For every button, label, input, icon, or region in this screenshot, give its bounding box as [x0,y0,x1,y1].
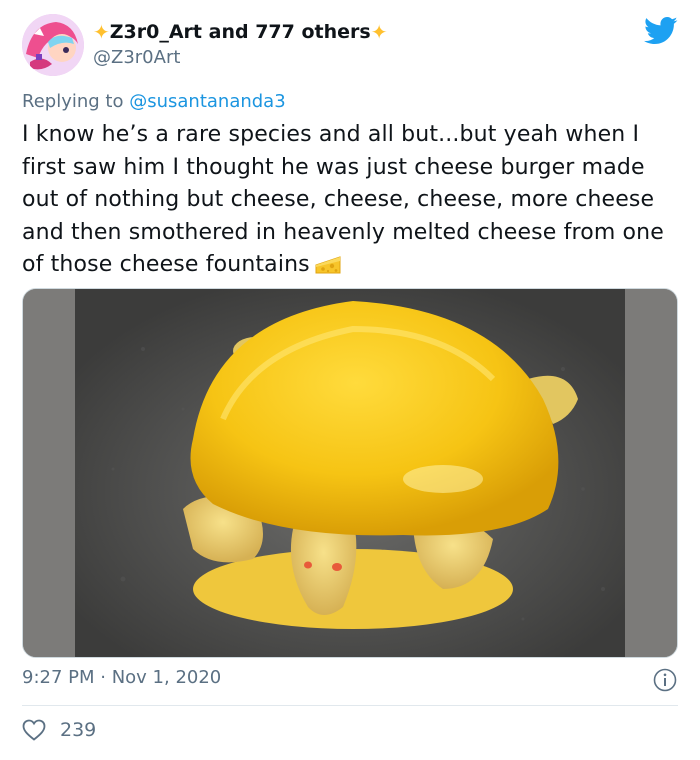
tweet-body: I know he’s a rare species and all but..… [22,122,664,277]
yellow-turtle-photo [23,289,677,657]
author-name-text: Z3r0_Art and 777 others [109,21,371,43]
tweet-media[interactable] [22,288,678,658]
tweet-date: Nov 1, 2020 [111,667,222,688]
heart-icon[interactable] [22,719,46,741]
meta-separator: · [94,667,112,688]
reply-mention-link[interactable]: @susantananda3 [129,91,285,112]
author-display-name[interactable]: ✦ Z3r0_Art and 777 others ✦ [93,21,387,43]
reply-prefix: Replying to [22,91,124,112]
divider [22,705,678,706]
avatar[interactable] [22,14,84,76]
tweet-timestamp[interactable]: 9:27 PM · Nov 1, 2020 [22,667,221,688]
sparkle-icon: ✦ [93,20,110,44]
like-action[interactable]: 239 [22,719,96,741]
cheese-wedge-icon [315,256,341,274]
tweet-time: 9:27 PM [22,667,95,688]
info-icon[interactable] [653,668,677,692]
reply-context: Replying to @susantananda3 [22,91,286,112]
twitter-bird-icon[interactable] [644,16,678,46]
like-count: 239 [60,719,97,741]
tweet-text: I know he’s a rare species and all but..… [22,119,686,282]
author-handle[interactable]: @Z3r0Art [93,47,180,68]
sparkle-icon: ✦ [370,20,388,44]
avatar-illustration [22,14,84,76]
